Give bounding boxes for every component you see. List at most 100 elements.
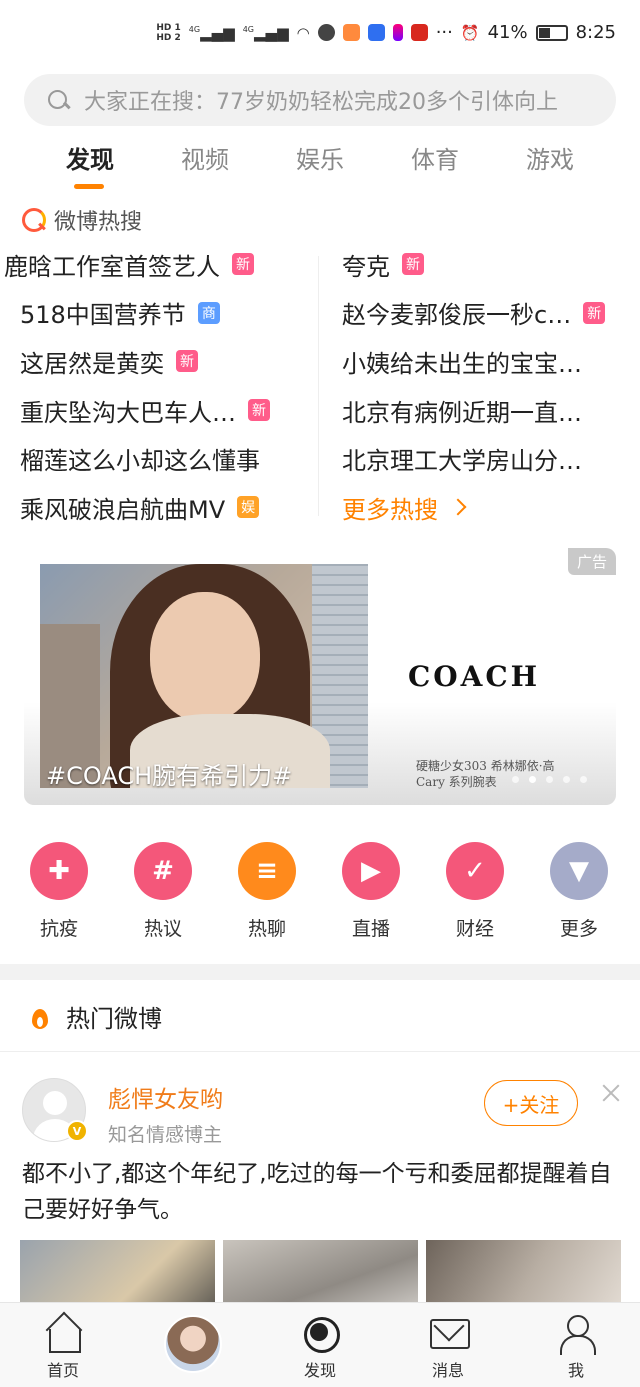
category-label: 财经 — [455, 918, 494, 940]
carousel-dot[interactable] — [563, 776, 570, 783]
home-icon — [43, 1313, 83, 1353]
battery-percent: 41% — [487, 22, 528, 43]
ad-photo — [40, 564, 368, 788]
hot-weibo-title: 热门微博 — [66, 1005, 162, 1033]
nav-home-label: 首页 — [46, 1361, 79, 1380]
carousel-dot[interactable] — [546, 776, 553, 783]
app-notification-icon — [342, 24, 360, 41]
nav-messages[interactable]: 消息 — [403, 1313, 493, 1381]
post-text[interactable]: 都不小了,都这个年纪了,吃过的每一个亏和委屈都提醒着自己要好好争气。 — [22, 1156, 622, 1228]
hot-search-item[interactable]: 北京有病例近期一直… — [342, 386, 640, 435]
more-hot-search-label: 更多热搜 — [342, 495, 438, 524]
profile-icon — [556, 1313, 596, 1355]
close-icon[interactable] — [600, 1082, 622, 1104]
hot-search-badge: 新 — [176, 350, 198, 373]
more-notifications: ··· — [435, 22, 453, 43]
hot-search-item-text: 鹿晗工作室首签艺人 — [4, 252, 220, 281]
hot-search-icon — [22, 208, 46, 232]
hot-search-item[interactable]: 这居然是黄奕新 — [0, 337, 310, 386]
follow-button[interactable]: +关注 — [484, 1080, 578, 1126]
alarm-icon: ⏰ — [460, 23, 480, 42]
carousel-dot[interactable] — [529, 776, 536, 783]
battery-icon — [535, 24, 568, 41]
carousel-dot[interactable] — [580, 776, 587, 783]
hot-search-item[interactable]: 夸克新 — [342, 240, 640, 289]
hot-search-badge: 娱 — [237, 496, 260, 519]
hd-indicator: HD 1 HD 2 — [156, 22, 181, 43]
nav-home[interactable]: 首页 — [18, 1313, 108, 1381]
hot-search-badge: 商 — [197, 301, 220, 324]
hot-search-badge: 新 — [248, 399, 270, 422]
hot-search-item[interactable]: 北京理工大学房山分… — [342, 434, 640, 483]
app-notification-icon — [410, 24, 428, 41]
nav-me[interactable]: 我 — [531, 1313, 621, 1381]
category-0[interactable]: ✚ 抗疫 — [14, 842, 104, 941]
tab-sports[interactable]: 体育 — [411, 140, 459, 175]
category-shortcuts: ✚ 抗疫 # 热议 ≡ 热聊 ▶ 直播 ✓ 财经 ▼ 更多 — [0, 842, 640, 942]
category-1[interactable]: # 热议 — [118, 842, 208, 941]
wifi-icon: ◠ — [296, 23, 310, 42]
hot-search-item-text: 这居然是黄奕 — [20, 349, 164, 378]
carousel-dot[interactable] — [512, 776, 519, 783]
app-notification-icon — [367, 24, 385, 41]
nav-discover-label: 发现 — [303, 1361, 336, 1380]
chevron-right-icon — [449, 498, 467, 516]
hot-search-item[interactable]: 小姨给未出生的宝宝… — [342, 337, 640, 386]
nav-discover[interactable]: 发现 — [275, 1313, 365, 1381]
category-label: 直播 — [351, 918, 390, 940]
hot-search-badge: 新 — [583, 301, 606, 324]
ad-brand-logo: COACH — [408, 660, 541, 693]
signal-icon: 4G▂▄▆ — [188, 23, 235, 42]
signal-icon-2: 4G▂▄▆ — [242, 23, 289, 42]
hot-search-badge: 新 — [402, 253, 424, 276]
category-label: 热议 — [143, 918, 182, 940]
hot-search-item-text: 小姨给未出生的宝宝… — [342, 349, 582, 378]
ad-label-badge: 广告 — [567, 548, 616, 575]
hot-search-item[interactable]: 重庆坠沟大巴车人… 新 — [0, 386, 310, 435]
category-2[interactable]: ≡ 热聊 — [222, 842, 312, 941]
more-hot-search-link[interactable]: 更多热搜 — [342, 483, 640, 532]
ad-banner[interactable]: COACH #COACH腕有希引力# 硬糖少女303 希林娜依·高 Cary 系… — [24, 548, 616, 805]
hot-search-item[interactable]: 赵今麦郭俊辰一秒c… 新 — [342, 289, 640, 338]
nav-avatar-button[interactable] — [164, 1315, 222, 1373]
status-icons: HD 1 HD 2 4G▂▄▆ 4G▂▄▆ ◠ ··· ⏰ 41% 8:25 — [156, 22, 616, 43]
channel-tabs: 发现 视频 娱乐 体育 游戏 — [0, 140, 640, 192]
hot-search-left-column: 鹿晗工作室首签艺人新 518中国营养节商这居然是黄奕新重庆坠沟大巴车人… 新榴莲这么… — [0, 240, 310, 532]
hot-search-item[interactable]: 518中国营养节商 — [0, 289, 310, 338]
hot-search-item[interactable]: 乘风破浪启航曲MV 娱 — [0, 483, 310, 532]
category-3[interactable]: ▶ 直播 — [326, 842, 416, 941]
nav-me-label: 我 — [567, 1361, 584, 1380]
tab-games[interactable]: 游戏 — [526, 140, 574, 175]
tab-entertainment[interactable]: 娱乐 — [296, 140, 344, 175]
post-author-name[interactable]: 彪悍女友哟 — [108, 1080, 223, 1114]
bottom-navigation: 首页 发现 消息 我 — [0, 1302, 640, 1387]
hot-search-item-text: 赵今麦郭俊辰一秒c… — [342, 301, 572, 330]
search-icon — [46, 88, 70, 112]
verified-badge-icon: V — [66, 1120, 88, 1142]
hot-search-item-text: 夸克 — [342, 252, 390, 281]
chat-bubble-icon: ≡ — [238, 842, 296, 900]
search-bar[interactable]: 大家正在搜：77岁奶奶轻松完成20多个引体向上 — [24, 74, 616, 126]
hot-weibo-header: 热门微博 — [0, 982, 640, 1052]
hot-search-item-text: 北京有病例近期一直… — [342, 398, 582, 427]
hot-search-item[interactable]: 榴莲这么小却这么懂事 — [0, 434, 310, 483]
app-notification-icon — [392, 24, 403, 41]
carousel-dots[interactable] — [512, 776, 587, 783]
hot-search-divider — [318, 256, 319, 516]
category-4[interactable]: ✓ 财经 — [430, 842, 520, 941]
chart-check-icon: ✓ — [446, 842, 504, 900]
hot-search-title: 微博热搜 — [54, 210, 143, 235]
ad-subtitle: 硬糖少女303 希林娜依·高 Cary 系列腕表 — [416, 759, 555, 789]
category-5[interactable]: ▼ 更多 — [534, 842, 624, 941]
ad-caption: #COACH腕有希引力# — [46, 762, 293, 790]
clock: 8:25 — [575, 22, 616, 43]
tv-play-icon: ▶ — [342, 842, 400, 900]
tab-video[interactable]: 视频 — [181, 140, 229, 175]
hot-search-header[interactable]: 微博热搜 — [22, 204, 142, 236]
hot-search-badge: 新 — [232, 253, 254, 276]
tab-discover[interactable]: 发现 — [66, 140, 114, 175]
hot-search-item[interactable]: 鹿晗工作室首签艺人新 — [0, 240, 310, 289]
hashtag-icon: # — [134, 842, 192, 900]
nav-messages-label: 消息 — [431, 1361, 464, 1380]
app-notification-icon — [317, 24, 335, 41]
